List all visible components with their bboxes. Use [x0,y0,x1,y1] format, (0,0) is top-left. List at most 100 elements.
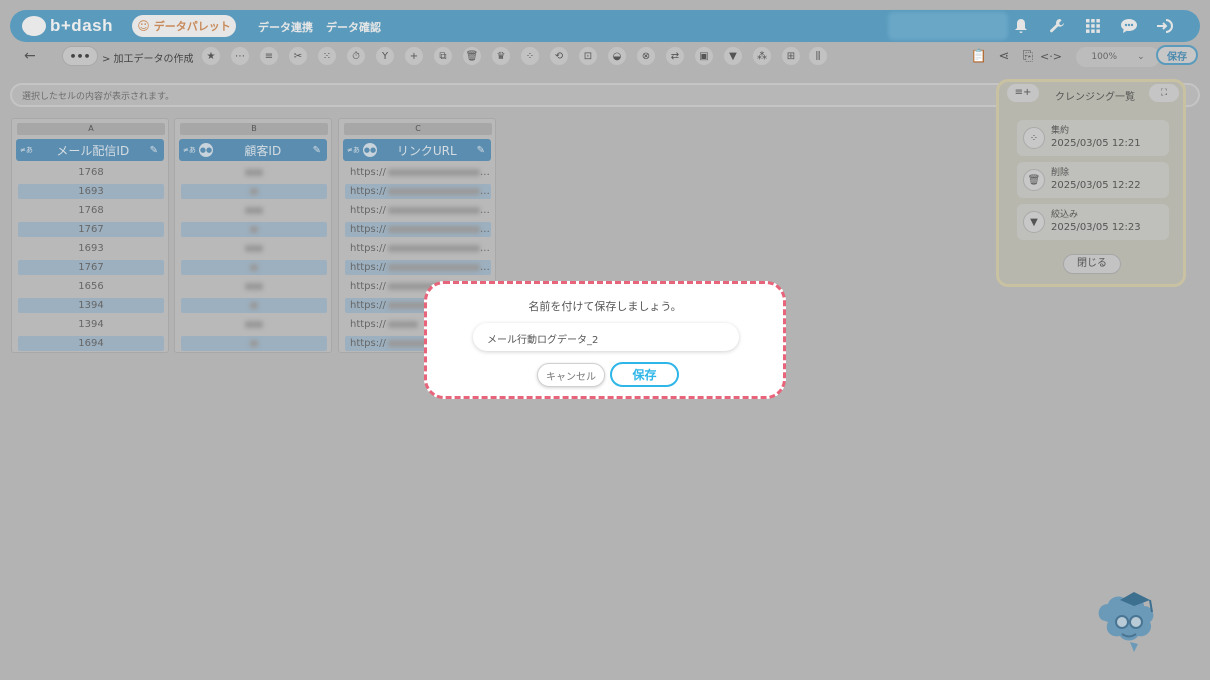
table-cell[interactable]: 1693 [18,184,164,199]
zoom-select[interactable]: 100% ⌄ [1076,47,1160,67]
top-navigation-bar: b+dash ☺ データパレット データ連携 データ確認 [10,10,1200,42]
table-cell-blurred[interactable] [181,279,327,294]
name-input[interactable]: メール行動ログデータ_2 [473,323,739,351]
table-cell-blurred[interactable] [181,317,327,332]
history-time: 2025/03/05 12:22 [1051,180,1141,191]
repeat-icon[interactable]: ⟲ [550,47,568,65]
aggregate-icon[interactable]: ⁘ [521,47,539,65]
table-cell[interactable]: 1768 [18,165,164,180]
data-palette-button[interactable]: ☺ データパレット [132,15,236,37]
column-header[interactable]: ≠あ ●● リンクURL ✎ [343,139,491,161]
nav-data-check[interactable]: データ確認 [326,19,381,35]
column-header[interactable]: ≠あ メール配信ID ✎ [16,139,164,161]
mascot-icon[interactable] [1094,590,1162,654]
table-cell[interactable]: https://… [345,165,491,180]
history-item[interactable]: ⁘ 集約 2025/03/05 12:21 [1017,120,1169,156]
column-title: リンクURL [396,143,457,158]
back-arrow-icon[interactable]: ← [24,48,36,64]
logout-icon[interactable] [1154,16,1176,36]
close-panel-button[interactable]: 閉じる [1063,254,1121,274]
chat-icon[interactable] [1118,16,1140,36]
wrench-icon[interactable] [1046,16,1068,36]
type-icon: ≠あ [183,146,196,154]
data-column-b: B ≠あ ●● 顧客ID ✎ [174,118,332,353]
save-file-icon[interactable]: ⎘ [1019,47,1037,65]
app-logo[interactable]: b+dash [22,15,113,37]
table-cell[interactable]: https://… [345,184,491,199]
nav-data-integration[interactable]: データ連携 [258,19,313,35]
fill-icon[interactable]: ◒ [608,47,626,65]
table-cell-blurred[interactable] [181,203,327,218]
column-letter[interactable]: B [180,123,328,135]
history-item[interactable]: ▼ 絞込み 2025/03/05 12:23 [1017,204,1169,240]
table-cell[interactable]: https://… [345,222,491,237]
table-cell[interactable]: 1694 [18,336,164,351]
column-letter[interactable]: C [344,123,492,135]
add-plus-icon[interactable]: + [405,47,423,65]
lock-icon[interactable]: ⊡ [579,47,597,65]
code-arrows-icon[interactable]: <·> [1040,47,1062,65]
filter-icon[interactable]: ▼ [724,47,742,65]
trash-icon[interactable]: 🗑 [463,47,481,65]
timer-icon[interactable]: ⏱ [347,47,365,65]
favorite-star-icon[interactable]: ★ [202,47,220,65]
table-cell-blurred[interactable] [181,241,327,256]
expand-icon[interactable]: ⛶ [1149,84,1179,102]
copy-icon[interactable]: ⧉ [434,47,452,65]
table-cell[interactable]: https://… [345,203,491,218]
breadcrumb: > 加工データの作成 [102,54,194,65]
table-cell[interactable]: https://… [345,260,491,275]
edit-pencil-icon[interactable]: ✎ [150,145,158,156]
people-icon: ●● [363,143,377,157]
convert-icon[interactable]: ⇄ [666,47,684,65]
table-cell-blurred[interactable] [181,165,327,180]
bell-icon[interactable] [1010,16,1032,36]
table-cell[interactable]: 1394 [18,298,164,313]
save-button[interactable]: 保存 [1156,45,1198,65]
table-cell[interactable]: 1767 [18,260,164,275]
grid-icon[interactable] [1082,16,1104,36]
data-palette-label: データパレット [153,20,231,33]
people-icon: ●● [199,143,213,157]
column-letter[interactable]: A [17,123,165,135]
add-list-icon[interactable]: ≡+ [1007,84,1039,102]
table-cell[interactable]: 1768 [18,203,164,218]
history-item[interactable]: 🗑 削除 2025/03/05 12:22 [1017,162,1169,198]
scissors-icon[interactable]: ✂ [289,47,307,65]
save-dialog: 名前を付けて保存しましょう。 メール行動ログデータ_2 キャンセル 保存 [424,281,786,399]
table-cell[interactable]: 1767 [18,222,164,237]
table-cell[interactable]: 1693 [18,241,164,256]
more-breadcrumb-button[interactable]: ••• [62,46,98,66]
table-cell[interactable]: https://… [345,241,491,256]
clipboard-icon[interactable]: 📋 [970,47,988,65]
edit-pencil-icon[interactable]: ✎ [477,145,485,156]
table-cell[interactable]: 1656 [18,279,164,294]
table-cell-blurred[interactable] [181,260,327,275]
cancel-button[interactable]: キャンセル [537,363,605,387]
table-cell-blurred[interactable] [181,298,327,313]
close-circle-icon[interactable]: ⊗ [637,47,655,65]
table-cell-blurred[interactable] [181,222,327,237]
columns-icon[interactable]: ⫼ [809,47,827,65]
edit-pencil-icon[interactable]: ✎ [313,145,321,156]
cleansing-list-panel: ≡+ クレンジング一覧 ⛶ ⁘ 集約 2025/03/05 12:21 🗑 削除… [996,79,1186,287]
dialog-save-button[interactable]: 保存 [610,362,679,387]
chevron-down-icon: ⌄ [1137,52,1145,62]
table-cell-blurred[interactable] [181,184,327,199]
table-cell-blurred[interactable] [181,336,327,351]
column-header[interactable]: ≠あ ●● 顧客ID ✎ [179,139,327,161]
table-cell[interactable]: 1394 [18,317,164,332]
user-info-blurred [888,12,1008,40]
text-lines-icon[interactable]: ≡ [260,47,278,65]
branch-icon[interactable]: Y [376,47,394,65]
more-dots-icon[interactable]: ⋯ [231,47,249,65]
filter-icon: ▼ [1023,211,1045,233]
split-cells-icon[interactable]: ⁙ [318,47,336,65]
frame-icon[interactable]: ▣ [695,47,713,65]
share-icon[interactable]: ⋖ [995,47,1013,65]
group-icon[interactable]: ⁂ [753,47,771,65]
dialog-title: 名前を付けて保存しましょう。 [528,300,682,313]
crown-icon[interactable]: ♛ [492,47,510,65]
table-icon[interactable]: ⊞ [782,47,800,65]
logo-bubble-icon [22,16,46,36]
